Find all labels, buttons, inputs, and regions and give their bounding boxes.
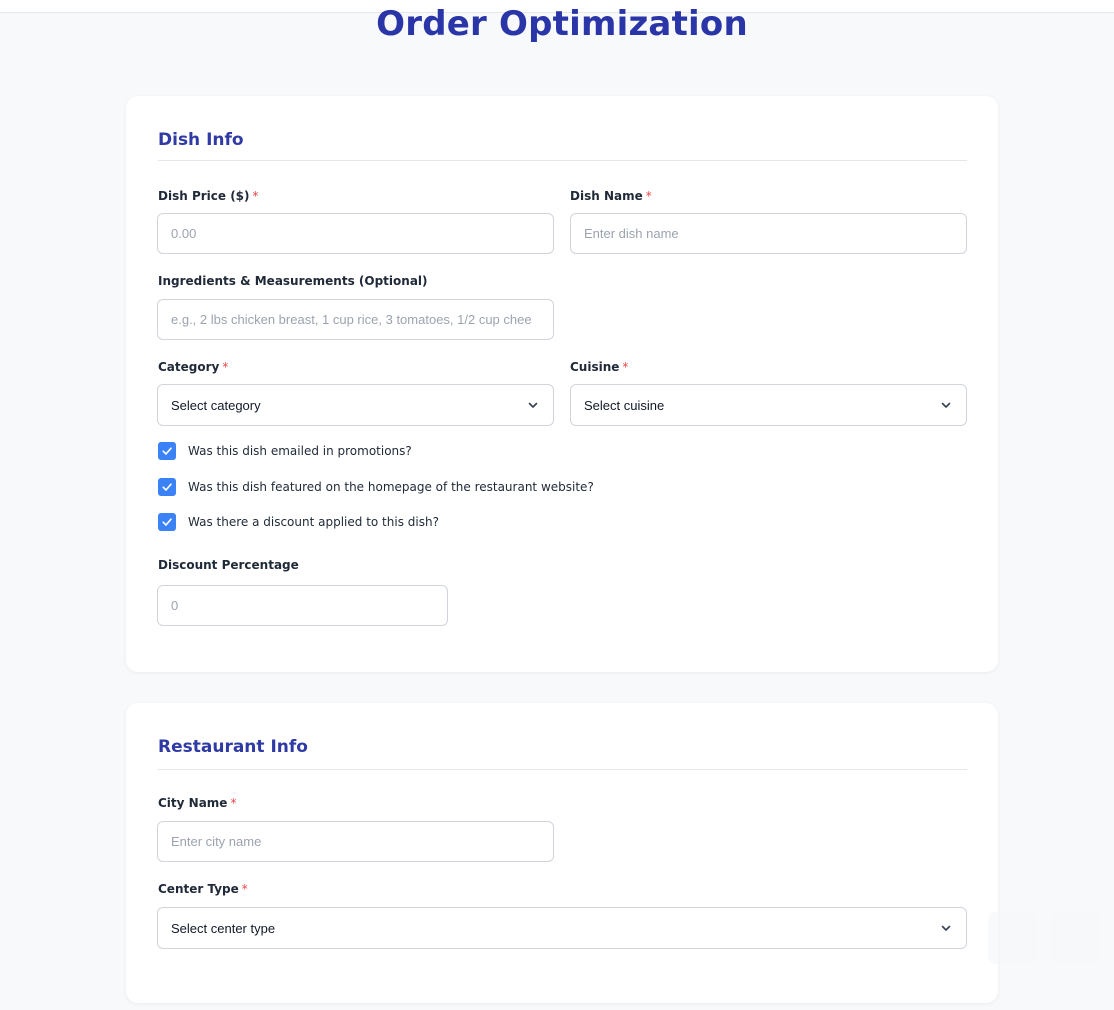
- center-type-select[interactable]: Select center type: [157, 907, 967, 949]
- discount-percentage-input[interactable]: [157, 585, 448, 626]
- category-select[interactable]: Select category: [157, 384, 554, 426]
- required-marker: *: [645, 189, 652, 203]
- ingredients-label: Ingredients & Measurements (Optional): [158, 274, 428, 288]
- dish-info-divider: [158, 160, 967, 161]
- restaurant-info-divider: [158, 769, 967, 770]
- page-title: Order Optimization: [376, 4, 748, 44]
- discount-percentage-label: Discount Percentage: [158, 558, 299, 572]
- city-name-input[interactable]: [157, 821, 554, 862]
- center-type-selected-value: Select center type: [171, 920, 276, 936]
- restaurant-info-title: Restaurant Info: [158, 737, 308, 757]
- checkbox-label: Was this dish emailed in promotions?: [188, 444, 412, 458]
- checkbox-checked[interactable]: [158, 478, 176, 496]
- check-icon: [162, 518, 172, 526]
- required-marker: *: [241, 882, 248, 896]
- check-icon: [162, 447, 172, 455]
- dish-price-input[interactable]: [157, 213, 554, 254]
- restaurant-info-card: Restaurant Info City Name* Center Type* …: [126, 703, 998, 1003]
- dish-name-input[interactable]: [570, 213, 967, 254]
- checkbox-checked[interactable]: [158, 442, 176, 460]
- category-selected-value: Select category: [171, 397, 261, 413]
- featured-homepage-checkbox[interactable]: Was this dish featured on the homepage o…: [158, 478, 594, 496]
- category-label: Category *: [158, 360, 229, 374]
- faded-overlay-block: [1050, 912, 1100, 964]
- center-type-label: Center Type *: [158, 882, 248, 896]
- discount-applied-checkbox[interactable]: Was there a discount applied to this dis…: [158, 513, 439, 531]
- dish-name-label: Dish Name *: [570, 189, 652, 203]
- cuisine-selected-value: Select cuisine: [584, 397, 665, 413]
- dish-info-title: Dish Info: [158, 130, 244, 150]
- cuisine-select[interactable]: Select cuisine: [570, 384, 967, 426]
- emailed-promotions-checkbox[interactable]: Was this dish emailed in promotions?: [158, 442, 412, 460]
- city-name-label: City Name *: [158, 796, 237, 810]
- checkbox-checked[interactable]: [158, 513, 176, 531]
- required-marker: *: [230, 796, 237, 810]
- check-icon: [162, 483, 172, 491]
- required-marker: *: [222, 360, 229, 374]
- required-marker: *: [252, 189, 259, 203]
- dish-price-label: Dish Price ($) *: [158, 189, 259, 203]
- checkbox-label: Was this dish featured on the homepage o…: [188, 480, 594, 494]
- checkbox-label: Was there a discount applied to this dis…: [188, 515, 439, 529]
- dish-info-card: Dish Info Dish Price ($)* Dish Name* Ing…: [126, 96, 998, 672]
- cuisine-label: Cuisine *: [570, 360, 629, 374]
- chevron-down-icon: [941, 925, 951, 931]
- faded-overlay-block: [988, 912, 1038, 964]
- chevron-down-icon: [941, 402, 951, 408]
- chevron-down-icon: [528, 402, 538, 408]
- ingredients-input[interactable]: [157, 299, 554, 340]
- required-marker: *: [622, 360, 629, 374]
